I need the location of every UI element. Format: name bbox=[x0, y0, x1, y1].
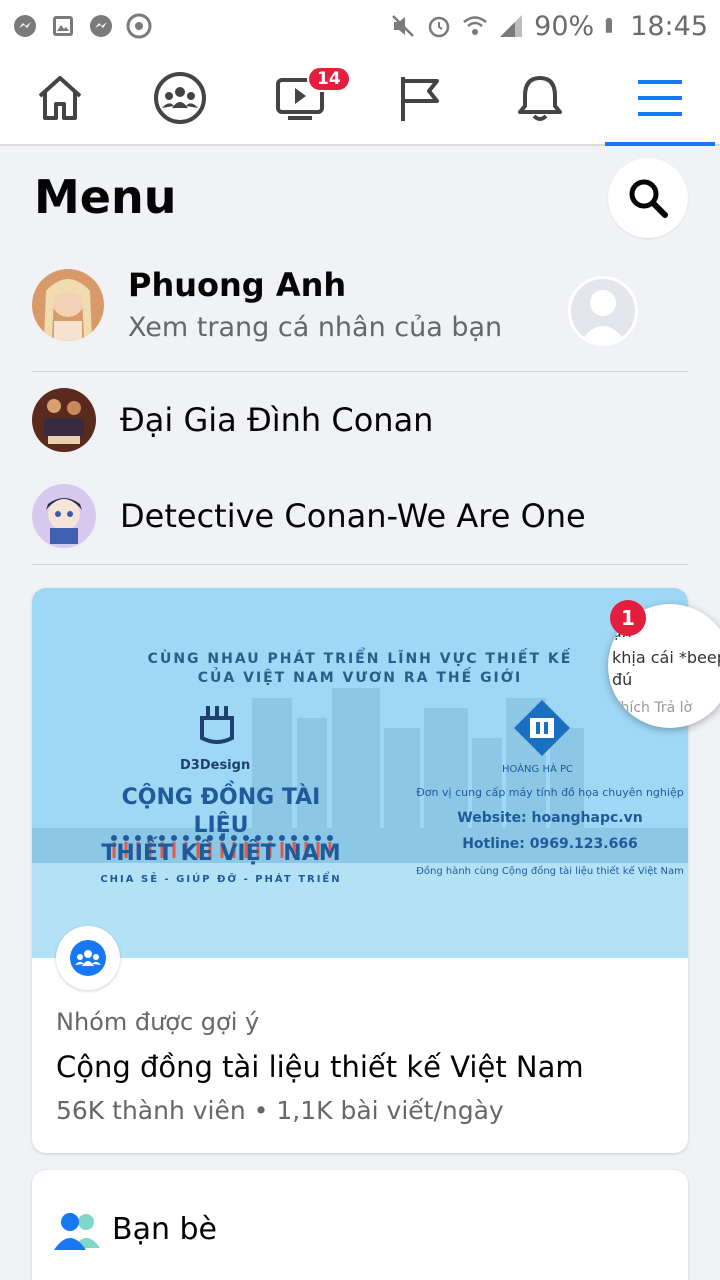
alarm-icon bbox=[428, 16, 450, 38]
profile-subtitle: Xem trang cá nhân của bạn bbox=[128, 312, 503, 343]
suggested-group-name: Cộng đồng tài liệu thiết kế Việt Nam bbox=[56, 1050, 584, 1084]
hamburger-icon bbox=[638, 80, 682, 116]
divider bbox=[32, 564, 688, 565]
suggested-group-meta: 56K thành viên • 1,1K bài viết/ngày bbox=[56, 1096, 504, 1125]
chat-preview-line: đú bbox=[612, 670, 633, 689]
gallery-icon bbox=[53, 16, 73, 36]
messenger-icon bbox=[14, 15, 36, 37]
search-button[interactable] bbox=[608, 158, 688, 238]
shortcut-group-1[interactable]: Đại Gia Đình Conan bbox=[32, 388, 433, 452]
mute-icon bbox=[392, 15, 415, 37]
search-icon bbox=[629, 179, 668, 218]
group-cover-image: CÙNG NHAU PHÁT TRIỂN LĨNH VỰC THIẾT KẾ C… bbox=[32, 588, 688, 958]
banner-hotline: Hotline: 0969.123.666 bbox=[462, 836, 638, 852]
person-silhouette-icon bbox=[579, 290, 627, 343]
d3design-logo-text: D3Design bbox=[180, 758, 251, 773]
friends-label: Bạn bè bbox=[112, 1212, 218, 1247]
chat-unread-badge: 1 bbox=[610, 600, 646, 636]
watch-badge: 14 bbox=[307, 66, 351, 92]
messenger-icon-2 bbox=[90, 15, 112, 37]
chrome-icon bbox=[126, 13, 152, 39]
switch-account-avatar[interactable] bbox=[568, 276, 638, 346]
suggested-label: Nhóm được gợi ý bbox=[56, 1008, 260, 1036]
banner-provider: Đơn vị cung cấp máy tính đồ họa chuyên n… bbox=[416, 786, 684, 799]
flag-icon bbox=[401, 77, 439, 121]
tab-menu[interactable] bbox=[605, 52, 715, 146]
menu-item-friends[interactable]: Bạn bè bbox=[32, 1170, 688, 1280]
banner-website: Website: hoanghapc.vn bbox=[457, 810, 643, 826]
top-nav: 14 bbox=[0, 52, 720, 146]
wifi-icon bbox=[463, 16, 487, 35]
banner-headline: CỘNG ĐỒNG TÀI LIỆU THIẾT KẾ VIỆT NAM bbox=[101, 785, 341, 866]
group-avatar bbox=[32, 484, 96, 548]
battery-icon bbox=[606, 18, 613, 33]
banner-tagline: CÙNG NHAU PHÁT TRIỂN LĨNH VỰC THIẾT KẾ C… bbox=[147, 651, 573, 686]
banner-motto: CHIA SẺ - GIÚP ĐỠ - PHÁT TRIỂN bbox=[100, 874, 342, 885]
tab-watch[interactable]: 14 bbox=[245, 52, 355, 144]
shortcut-label: Đại Gia Đình Conan bbox=[120, 401, 434, 439]
battery-percent: 90% bbox=[534, 10, 595, 42]
bell-icon bbox=[518, 76, 562, 121]
groups-icon bbox=[70, 940, 106, 976]
group-avatar bbox=[32, 388, 96, 452]
page-title: Menu bbox=[34, 170, 177, 224]
shortcut-group-2[interactable]: Detective Conan-We Are One bbox=[32, 484, 586, 548]
tab-notifications[interactable] bbox=[485, 52, 595, 144]
banner-partner: Đồng hành cùng Cộng đồng tài liệu thiết … bbox=[416, 866, 684, 877]
tab-groups[interactable] bbox=[125, 52, 235, 144]
city-skyline bbox=[32, 688, 688, 958]
suggested-group-card[interactable]: CÙNG NHAU PHÁT TRIỂN LĨNH VỰC THIẾT KẾ C… bbox=[32, 588, 688, 1153]
tab-pages[interactable] bbox=[365, 52, 475, 144]
status-bar: 90% 18:45 bbox=[0, 0, 720, 52]
group-badge bbox=[56, 926, 120, 990]
divider bbox=[32, 371, 688, 372]
tab-home[interactable] bbox=[5, 52, 115, 144]
shortcut-label: Detective Conan-We Are One bbox=[120, 497, 586, 535]
clock: 18:45 bbox=[630, 10, 708, 42]
hoangha-logo-text: HOÀNG HÀ PC bbox=[502, 764, 574, 775]
friends-icon bbox=[54, 1213, 100, 1250]
profile-row[interactable]: Phuong Anh Xem trang cá nhân của bạn bbox=[32, 266, 502, 343]
signal-icon bbox=[500, 15, 523, 37]
home-icon bbox=[38, 76, 82, 120]
profile-name: Phuong Anh bbox=[128, 266, 347, 304]
groups-icon bbox=[154, 72, 206, 124]
chat-preview-actions: Thích Trả lờ bbox=[612, 700, 693, 716]
avatar bbox=[32, 268, 104, 341]
chat-preview-line: khịa cái *beep bbox=[612, 648, 720, 667]
